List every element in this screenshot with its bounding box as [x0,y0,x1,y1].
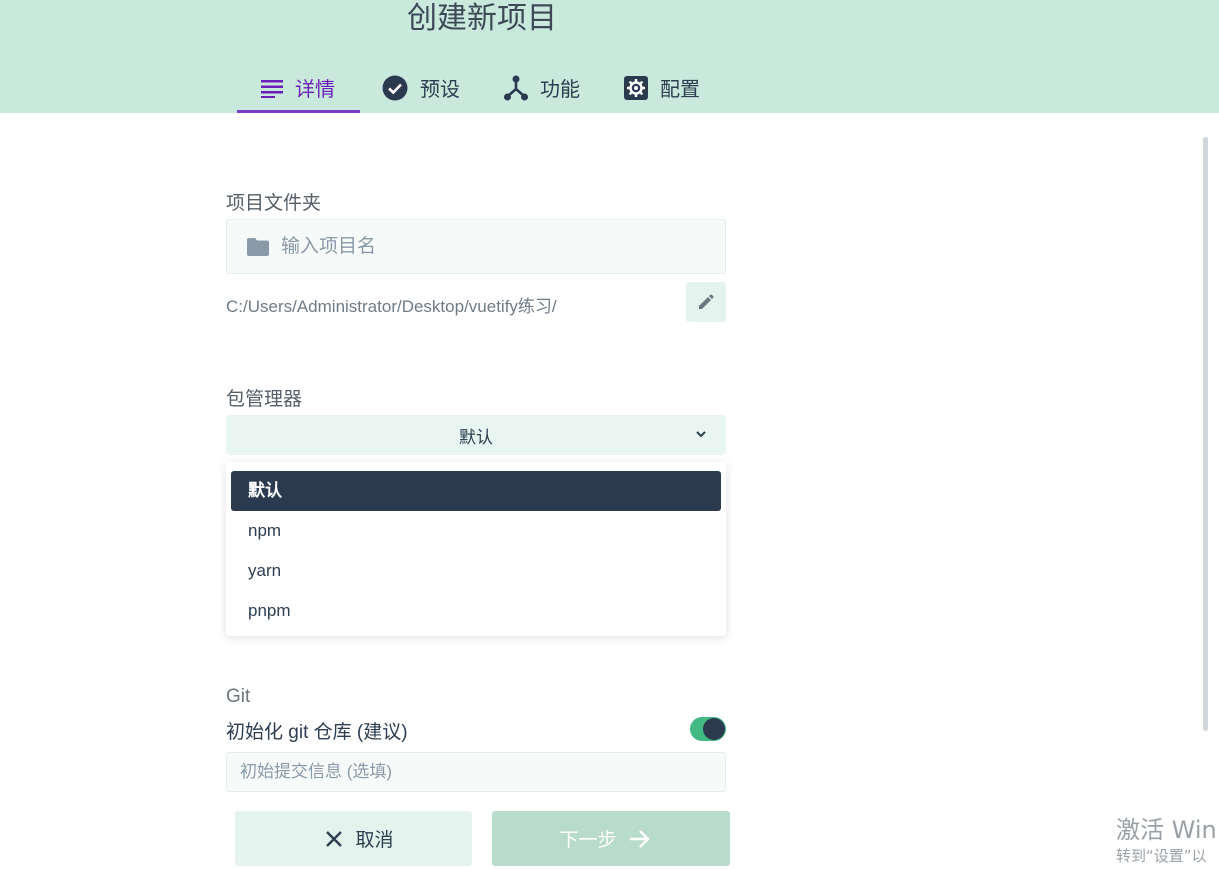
project-name-field[interactable] [226,219,726,274]
watermark-line2: 转到“设置”以 [1116,847,1207,865]
project-path: C:/Users/Administrator/Desktop/vuetify练习… [226,297,557,316]
gear-icon [624,75,648,100]
dropdown-option-npm[interactable]: npm [231,511,721,551]
toggle-knob [703,718,725,740]
tab-label: 预设 [420,79,460,101]
tab-label: 详情 [295,79,335,101]
dropdown-option-pnpm[interactable]: pnpm [231,591,721,631]
git-label: Git [226,686,251,707]
tab-label: 功能 [540,79,580,101]
project-name-input[interactable] [281,235,681,258]
git-init-label: 初始化 git 仓库 (建议) [226,722,408,743]
chevron-down-icon [696,431,706,438]
commit-message-field[interactable] [226,752,726,792]
commit-message-input[interactable] [240,762,710,782]
package-manager-dropdown: 默认 npm yarn pnpm [226,462,726,636]
page-title: 创建新项目 [407,2,557,35]
package-manager-label: 包管理器 [226,389,303,410]
header: 创建新项目 详情 预设 功能 配置 [0,0,1219,113]
watermark-line1: 激活 Win [1116,816,1217,844]
tab-details[interactable]: 详情 [237,62,360,113]
dropdown-option-yarn[interactable]: yarn [231,551,721,591]
cancel-label: 取消 [355,830,394,851]
next-label: 下一步 [559,830,617,851]
tab-features[interactable]: 功能 [482,62,602,113]
selected-value: 默认 [459,427,493,447]
edit-path-button[interactable] [686,282,726,322]
scrollbar[interactable] [1203,137,1208,731]
tab-bar: 详情 预设 功能 配置 [237,62,722,113]
fork-icon [504,75,528,100]
activation-watermark: 激活 Win 转到“设置”以 [1116,815,1217,867]
folder-icon [247,237,269,256]
pencil-icon [699,294,714,309]
check-circle-icon [382,75,408,100]
tab-presets[interactable]: 预设 [360,62,482,113]
list-icon [261,79,283,98]
close-icon [326,830,343,847]
next-button[interactable]: 下一步 [492,811,730,866]
package-manager-select[interactable]: 默认 [226,415,726,455]
dropdown-option-default[interactable]: 默认 [231,471,721,511]
tab-label: 配置 [660,79,700,101]
git-init-toggle[interactable] [690,717,726,741]
arrow-right-icon [629,829,650,848]
folder-label: 项目文件夹 [226,193,322,214]
tab-config[interactable]: 配置 [602,62,722,113]
cancel-button[interactable]: 取消 [235,811,472,866]
